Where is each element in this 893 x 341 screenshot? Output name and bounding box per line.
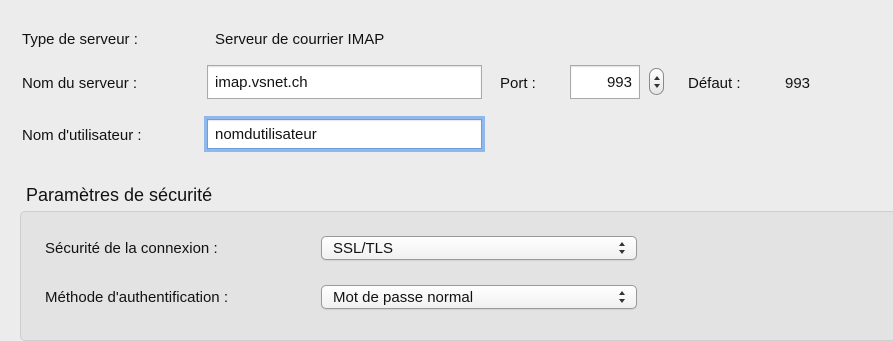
updown-chevrons-icon xyxy=(618,242,626,254)
security-section-title: Paramètres de sécurité xyxy=(26,185,213,205)
connection-security-value: SSL/TLS xyxy=(333,239,394,257)
port-value: 993 xyxy=(606,73,632,91)
port-field[interactable]: 993 xyxy=(570,65,640,99)
connection-security-label: Sécurité de la connexion : xyxy=(45,240,218,257)
auth-method-popup[interactable]: Mot de passe normal xyxy=(321,285,637,309)
default-port-label: Défaut : xyxy=(688,75,741,92)
port-stepper[interactable] xyxy=(649,68,664,95)
auth-method-label: Méthode d'authentification : xyxy=(45,289,228,306)
security-group-box xyxy=(20,211,893,341)
username-label: Nom d'utilisateur : xyxy=(22,127,142,144)
auth-method-value: Mot de passe normal xyxy=(333,288,474,306)
server-name-field[interactable]: imap.vsnet.ch xyxy=(207,65,482,99)
updown-chevrons-icon xyxy=(618,291,626,303)
server-type-label: Type de serveur : xyxy=(22,31,138,48)
stepper-up-icon[interactable] xyxy=(653,75,660,80)
username-value: nomdutilisateur xyxy=(215,125,317,143)
default-port-value: 993 xyxy=(785,75,811,92)
stepper-down-icon[interactable] xyxy=(653,83,660,88)
connection-security-popup[interactable]: SSL/TLS xyxy=(321,236,637,260)
server-name-value: imap.vsnet.ch xyxy=(215,73,308,91)
server-name-label: Nom du serveur : xyxy=(22,75,138,92)
username-field[interactable]: nomdutilisateur xyxy=(207,119,482,149)
server-type-value: Serveur de courrier IMAP xyxy=(215,31,385,48)
port-label: Port : xyxy=(500,75,536,92)
